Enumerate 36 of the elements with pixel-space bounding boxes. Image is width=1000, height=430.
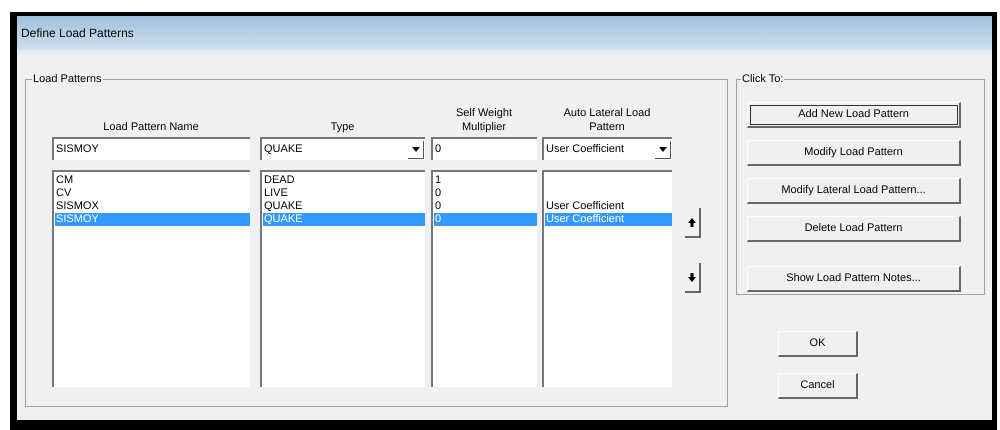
- dropdown-button[interactable]: [655, 140, 671, 158]
- field-value: SISMOY: [56, 142, 99, 158]
- caret-icon: [658, 146, 666, 152]
- list-item[interactable]: CM: [55, 174, 250, 187]
- dropdown-field[interactable]: User Coefficient: [542, 137, 672, 160]
- field-value: User Coefficient: [546, 142, 624, 158]
- action-button[interactable]: Add New Load Pattern: [747, 102, 961, 128]
- column-header: Load Pattern Name: [102, 120, 200, 135]
- dropdown-button[interactable]: [408, 140, 424, 158]
- arrow-up-icon: [688, 218, 696, 226]
- list-item[interactable]: LIVE: [263, 187, 425, 200]
- action-button[interactable]: Show Load Pattern Notes...: [747, 266, 961, 292]
- caret-icon: [412, 146, 420, 152]
- list-item[interactable]: User Coefficient: [545, 200, 672, 213]
- list-item[interactable]: 1: [434, 174, 537, 187]
- ok-button[interactable]: OK: [778, 331, 858, 357]
- field-value: QUAKE: [264, 142, 303, 158]
- action-button[interactable]: Delete Load Pattern: [747, 216, 961, 242]
- field-value: 0: [435, 142, 442, 158]
- column-header: Self Weight Multiplier: [454, 106, 514, 135]
- column-header: Auto Lateral Load Pattern: [562, 106, 652, 135]
- list-item[interactable]: 0: [434, 200, 537, 213]
- action-button[interactable]: Modify Lateral Load Pattern...: [747, 178, 961, 204]
- dropdown-field[interactable]: QUAKE: [260, 137, 425, 160]
- list-item[interactable]: SISMOX: [55, 200, 250, 213]
- cancel-button[interactable]: Cancel: [778, 373, 858, 399]
- list-item[interactable]: CV: [55, 187, 250, 200]
- list-item[interactable]: 0: [434, 187, 537, 200]
- list-item[interactable]: DEAD: [263, 174, 425, 187]
- input-field[interactable]: 0: [431, 137, 537, 160]
- arrow-down-icon: [688, 272, 696, 282]
- action-button[interactable]: Modify Load Pattern: [747, 140, 961, 166]
- input-field[interactable]: SISMOY: [52, 137, 250, 160]
- column-header: Type: [330, 120, 356, 135]
- window-title: Define Load Patterns: [21, 25, 134, 42]
- list-item[interactable]: QUAKE: [263, 200, 425, 213]
